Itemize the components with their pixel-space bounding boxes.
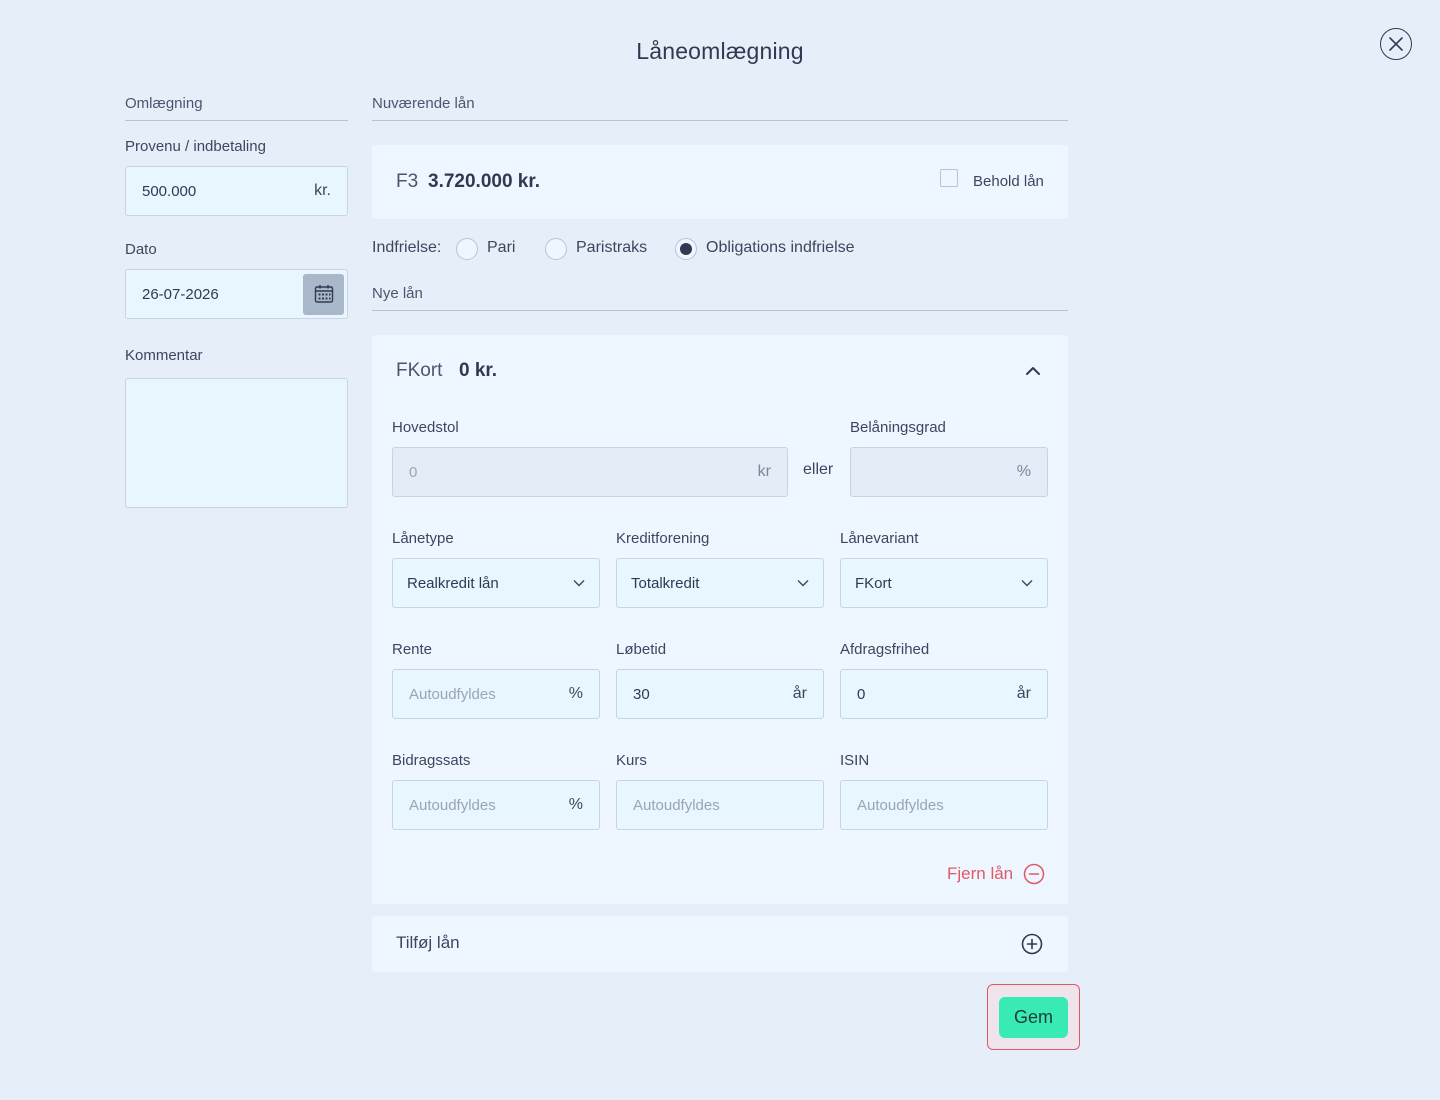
laanevariant-value: FKort — [855, 574, 892, 592]
kurs-label: Kurs — [616, 752, 647, 769]
radio-obligations-label: Obligations indfrielse — [706, 239, 855, 256]
divider — [372, 310, 1068, 311]
isin-label: ISIN — [840, 752, 870, 769]
kreditforening-label: Kreditforening — [616, 530, 710, 547]
save-button-focus-ring: Gem — [987, 984, 1080, 1050]
hovedstol-label: Hovedstol — [392, 419, 459, 436]
provenu-unit: kr. — [314, 182, 331, 199]
save-button[interactable]: Gem — [999, 997, 1068, 1038]
indfrielse-label: Indfrielse: — [372, 239, 442, 256]
provenu-label: Provenu / indbetaling — [125, 138, 266, 155]
behold-laan-label: Behold lån — [973, 173, 1044, 190]
radio-paristraks[interactable] — [545, 238, 567, 260]
rente-unit: % — [568, 685, 583, 702]
radio-paristraks-label: Paristraks — [576, 239, 648, 256]
afdragsfrihed-label: Afdragsfrihed — [840, 641, 930, 658]
loebetid-label: Løbetid — [616, 641, 667, 658]
dato-label: Dato — [125, 241, 157, 258]
radio-pari[interactable] — [456, 238, 478, 260]
chevron-up-icon[interactable] — [1025, 365, 1041, 377]
section-nuvaerende-laan: Nuværende lån — [372, 95, 475, 112]
eller-text: eller — [803, 461, 834, 478]
radio-pari-label: Pari — [487, 239, 516, 256]
calendar-button[interactable] — [303, 273, 344, 315]
kreditforening-select[interactable]: Totalkredit — [616, 558, 824, 608]
close-icon — [1389, 37, 1403, 51]
current-loan-type: F3 — [396, 171, 419, 192]
hovedstol-unit: kr — [757, 463, 771, 480]
bidragssats-label: Bidragssats — [392, 752, 471, 769]
provenu-value: 500.000 — [142, 182, 197, 200]
afdragsfrihed-input[interactable]: 0 år — [840, 669, 1048, 719]
belaaningsgrad-input[interactable]: % — [850, 447, 1048, 497]
kommentar-textarea[interactable] — [125, 378, 348, 508]
afdragsfrihed-unit: år — [1016, 685, 1031, 702]
section-nye-laan: Nye lån — [372, 285, 423, 302]
afdragsfrihed-value: 0 — [857, 685, 866, 703]
chevron-down-icon — [573, 580, 585, 587]
current-loan-amount: 3.720.000 kr. — [428, 171, 540, 192]
provenu-input[interactable]: 500.000 kr. — [125, 166, 348, 216]
laanevariant-select[interactable]: FKort — [840, 558, 1048, 608]
new-loan-card: FKort 0 kr. Hovedstol 0 kr eller Belånin… — [372, 335, 1068, 904]
isin-placeholder: Autoudfyldes — [857, 796, 944, 814]
divider — [125, 120, 348, 121]
kommentar-label: Kommentar — [125, 347, 203, 364]
bidragssats-unit: % — [568, 796, 583, 813]
laanetype-select[interactable]: Realkredit lån — [392, 558, 600, 608]
divider — [372, 120, 1068, 121]
radio-obligations-indfrielse[interactable] — [675, 238, 697, 260]
loebetid-input[interactable]: 30 år — [616, 669, 824, 719]
current-loan-card: F3 3.720.000 kr. Behold lån — [372, 145, 1068, 219]
minus-circle-icon — [1023, 863, 1045, 885]
dato-value: 26-07-2026 — [142, 285, 219, 303]
remove-loan-label: Fjern lån — [947, 864, 1014, 883]
plus-circle-icon — [1021, 933, 1043, 955]
belaaningsgrad-label: Belåningsgrad — [850, 419, 946, 436]
rente-placeholder: Autoudfyldes — [409, 685, 496, 703]
rente-label: Rente — [392, 641, 433, 658]
new-loan-name: FKort — [396, 360, 443, 381]
chevron-down-icon — [1021, 580, 1033, 587]
chevron-down-icon — [797, 580, 809, 587]
belaaningsgrad-unit: % — [1016, 463, 1031, 480]
dialog-title: Låneomlægning — [636, 38, 804, 64]
section-omlaegning: Omlægning — [125, 95, 203, 112]
rente-input[interactable]: Autoudfyldes % — [392, 669, 600, 719]
calendar-icon — [314, 285, 333, 303]
laanetype-label: Lånetype — [392, 530, 454, 547]
hovedstol-input[interactable]: 0 kr — [392, 447, 788, 497]
behold-laan-checkbox[interactable] — [940, 169, 958, 187]
loebetid-unit: år — [792, 685, 807, 702]
bidragssats-placeholder: Autoudfyldes — [409, 796, 496, 814]
remove-loan-button[interactable]: Fjern lån — [947, 863, 1045, 885]
laanetype-value: Realkredit lån — [407, 574, 499, 592]
kreditforening-value: Totalkredit — [631, 574, 700, 592]
kurs-placeholder: Autoudfyldes — [633, 796, 720, 814]
bidragssats-input[interactable]: Autoudfyldes % — [392, 780, 600, 830]
close-button[interactable] — [1380, 28, 1412, 60]
add-loan-button[interactable]: Tilføj lån — [372, 916, 1068, 972]
dato-input[interactable]: 26-07-2026 — [125, 269, 348, 319]
new-loan-amount: 0 kr. — [459, 360, 498, 381]
hovedstol-placeholder: 0 — [409, 463, 418, 481]
isin-input[interactable]: Autoudfyldes — [840, 780, 1048, 830]
add-loan-label: Tilføj lån — [396, 933, 460, 952]
laanevariant-label: Lånevariant — [840, 530, 919, 547]
kurs-input[interactable]: Autoudfyldes — [616, 780, 824, 830]
loebetid-value: 30 — [633, 685, 650, 703]
